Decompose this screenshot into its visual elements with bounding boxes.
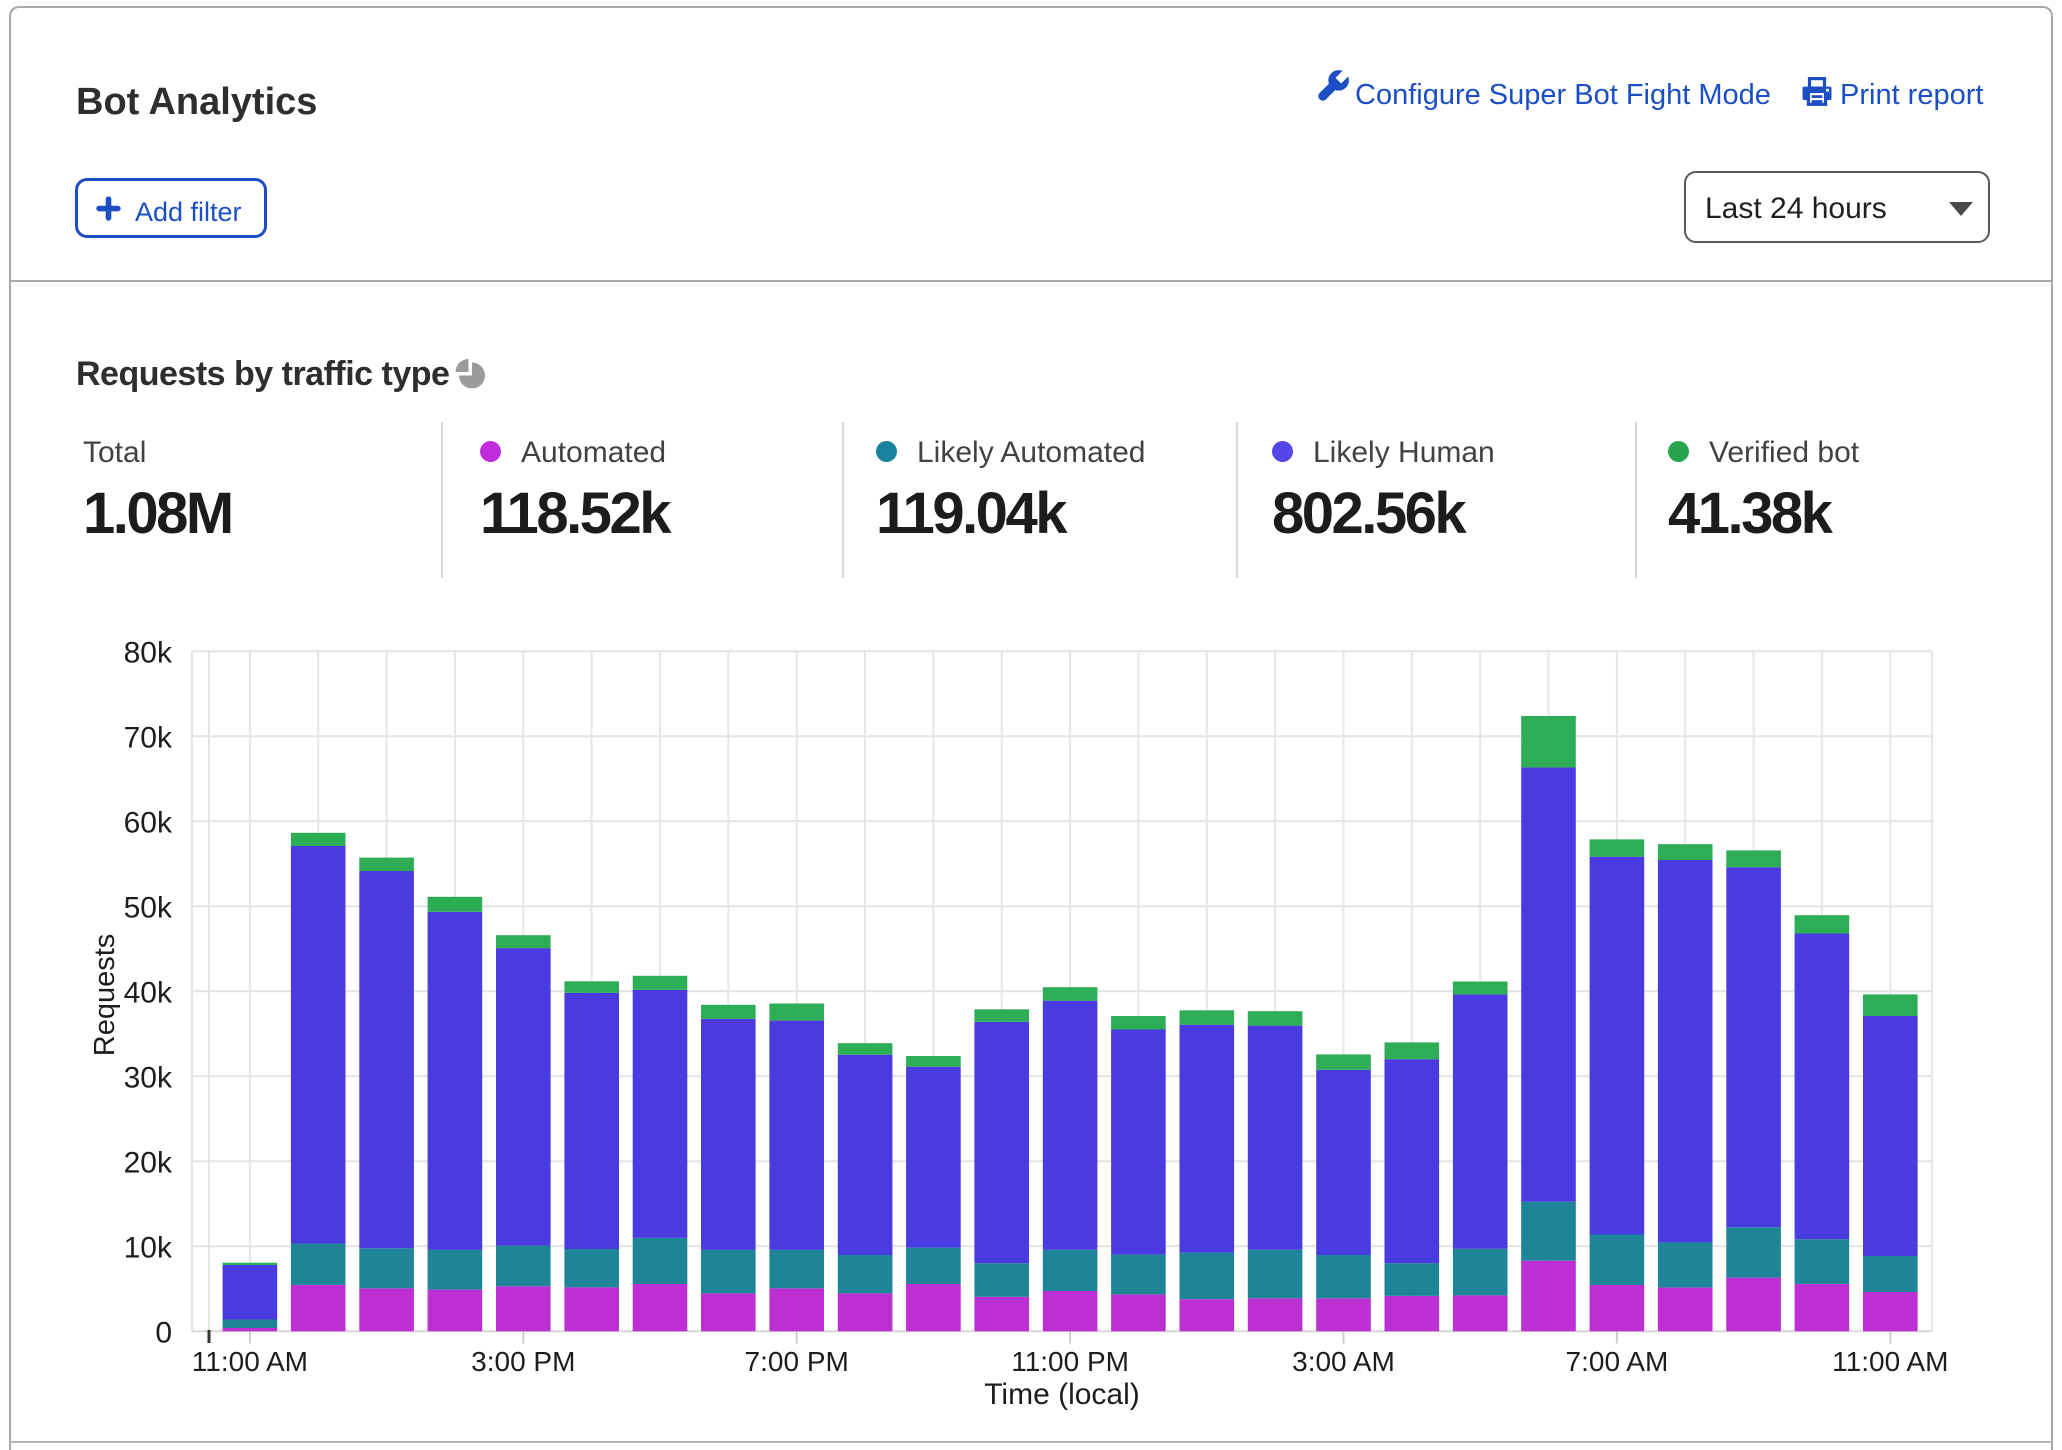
svg-text:60k: 60k [124, 806, 173, 839]
svg-text:30k: 30k [124, 1061, 173, 1094]
svg-text:70k: 70k [124, 721, 173, 754]
svg-text:40k: 40k [124, 976, 173, 1009]
svg-text:10k: 10k [124, 1231, 173, 1264]
svg-text:20k: 20k [124, 1146, 173, 1179]
svg-text:7:00 PM: 7:00 PM [745, 1346, 849, 1377]
svg-text:0: 0 [155, 1316, 172, 1349]
svg-text:11:00 AM: 11:00 AM [1832, 1346, 1948, 1377]
svg-text:Time (local): Time (local) [984, 1378, 1140, 1411]
svg-text:3:00 AM: 3:00 AM [1292, 1346, 1395, 1377]
svg-text:11:00 AM: 11:00 AM [192, 1346, 308, 1377]
svg-text:50k: 50k [124, 891, 173, 924]
svg-text:Requests: Requests [89, 934, 121, 1057]
svg-text:7:00 AM: 7:00 AM [1566, 1346, 1669, 1377]
svg-text:11:00 PM: 11:00 PM [1011, 1346, 1129, 1377]
svg-text:80k: 80k [124, 636, 173, 669]
svg-text:3:00 PM: 3:00 PM [471, 1346, 575, 1377]
